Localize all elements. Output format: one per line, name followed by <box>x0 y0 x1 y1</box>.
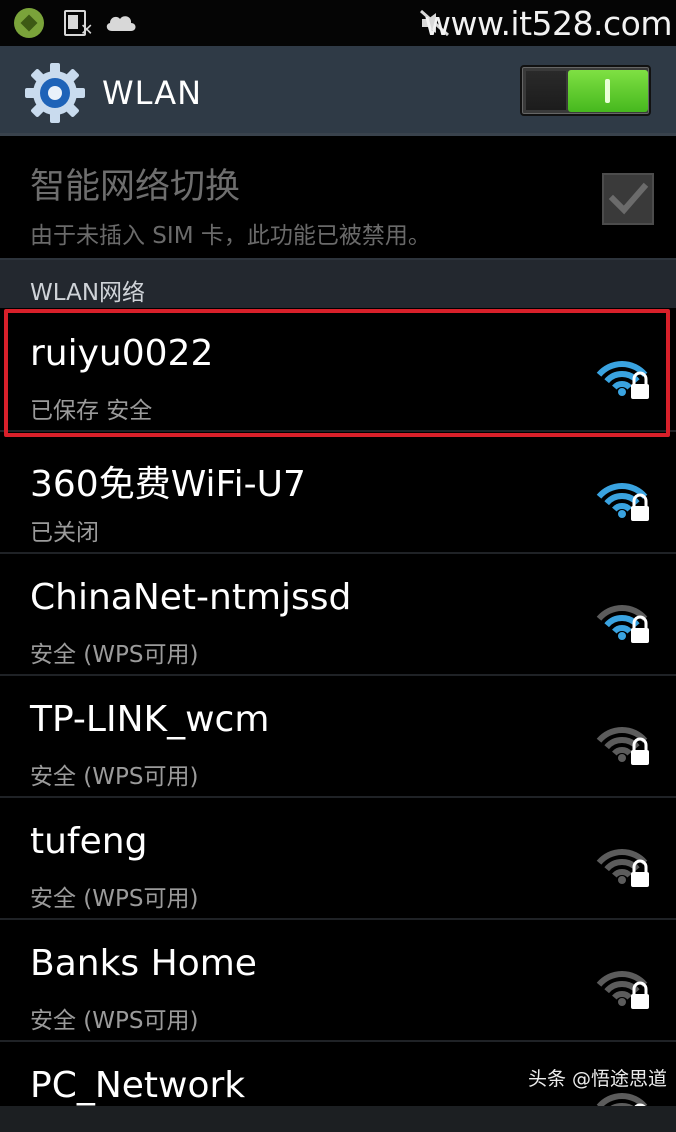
smart-switch-subtitle: 由于未插入 SIM 卡，此功能已被禁用。 <box>30 223 431 249</box>
wifi-lock-icon <box>596 361 649 399</box>
network-row[interactable]: 360免费WiFi-U7 已关闭 <box>0 432 676 554</box>
network-status: 安全 (WPS可用) <box>30 764 199 790</box>
wlan-networks-section-header: WLAN网络 <box>0 258 676 308</box>
checkmark-icon <box>608 182 649 215</box>
network-name: tufeng <box>30 821 148 862</box>
bottom-bar <box>0 1106 676 1132</box>
network-name: PC_Network <box>30 1065 246 1106</box>
network-name: TP-LINK_wcm <box>30 699 270 740</box>
network-row[interactable]: TP-LINK_wcm 安全 (WPS可用) <box>0 676 676 798</box>
network-name: ChinaNet-ntmjssd <box>30 577 352 618</box>
smart-switch-title: 智能网络切换 <box>30 167 241 207</box>
network-status: 安全 (WPS可用) <box>30 886 199 912</box>
network-name: 360免费WiFi-U7 <box>30 464 306 505</box>
network-status: 安全 (WPS可用) <box>30 1008 199 1034</box>
network-name: ruiyu0022 <box>30 333 214 374</box>
wifi-lock-icon <box>596 727 649 765</box>
wifi-lock-icon <box>596 605 649 643</box>
status-bar: ✕ www.it528.com <box>0 0 676 46</box>
cloud-icon <box>106 16 136 31</box>
app-notification-icon <box>14 8 44 38</box>
wlan-header: WLAN <box>0 46 676 136</box>
network-name: Banks Home <box>30 943 257 984</box>
smart-network-switch-row[interactable]: 智能网络切换 由于未插入 SIM 卡，此功能已被禁用。 <box>0 136 676 258</box>
network-row[interactable]: ChinaNet-ntmjssd 安全 (WPS可用) <box>0 554 676 676</box>
sim-x-icon: ✕ <box>80 20 94 39</box>
footer-watermark: 头条 @悟途思道 <box>528 1068 668 1090</box>
gear-icon <box>25 63 85 123</box>
network-row[interactable]: ruiyu0022 已保存 安全 <box>0 310 676 432</box>
network-status: 已保存 安全 <box>30 398 153 424</box>
section-label: WLAN网络 <box>30 280 146 306</box>
wifi-lock-icon <box>596 483 649 521</box>
network-status: 已关闭 <box>30 520 99 546</box>
smart-switch-checkbox[interactable] <box>602 173 654 225</box>
network-row[interactable]: tufeng 安全 (WPS可用) <box>0 798 676 920</box>
wlan-toggle[interactable] <box>520 65 651 116</box>
toggle-thumb <box>568 70 648 112</box>
toggle-off-side <box>526 71 566 110</box>
wifi-lock-icon <box>596 849 649 887</box>
watermark-text: www.it528.com <box>424 4 673 43</box>
wifi-lock-icon <box>596 971 649 1009</box>
network-row[interactable]: Banks Home 安全 (WPS可用) <box>0 920 676 1042</box>
page-title: WLAN <box>102 74 203 112</box>
network-status: 安全 (WPS可用) <box>30 642 199 668</box>
